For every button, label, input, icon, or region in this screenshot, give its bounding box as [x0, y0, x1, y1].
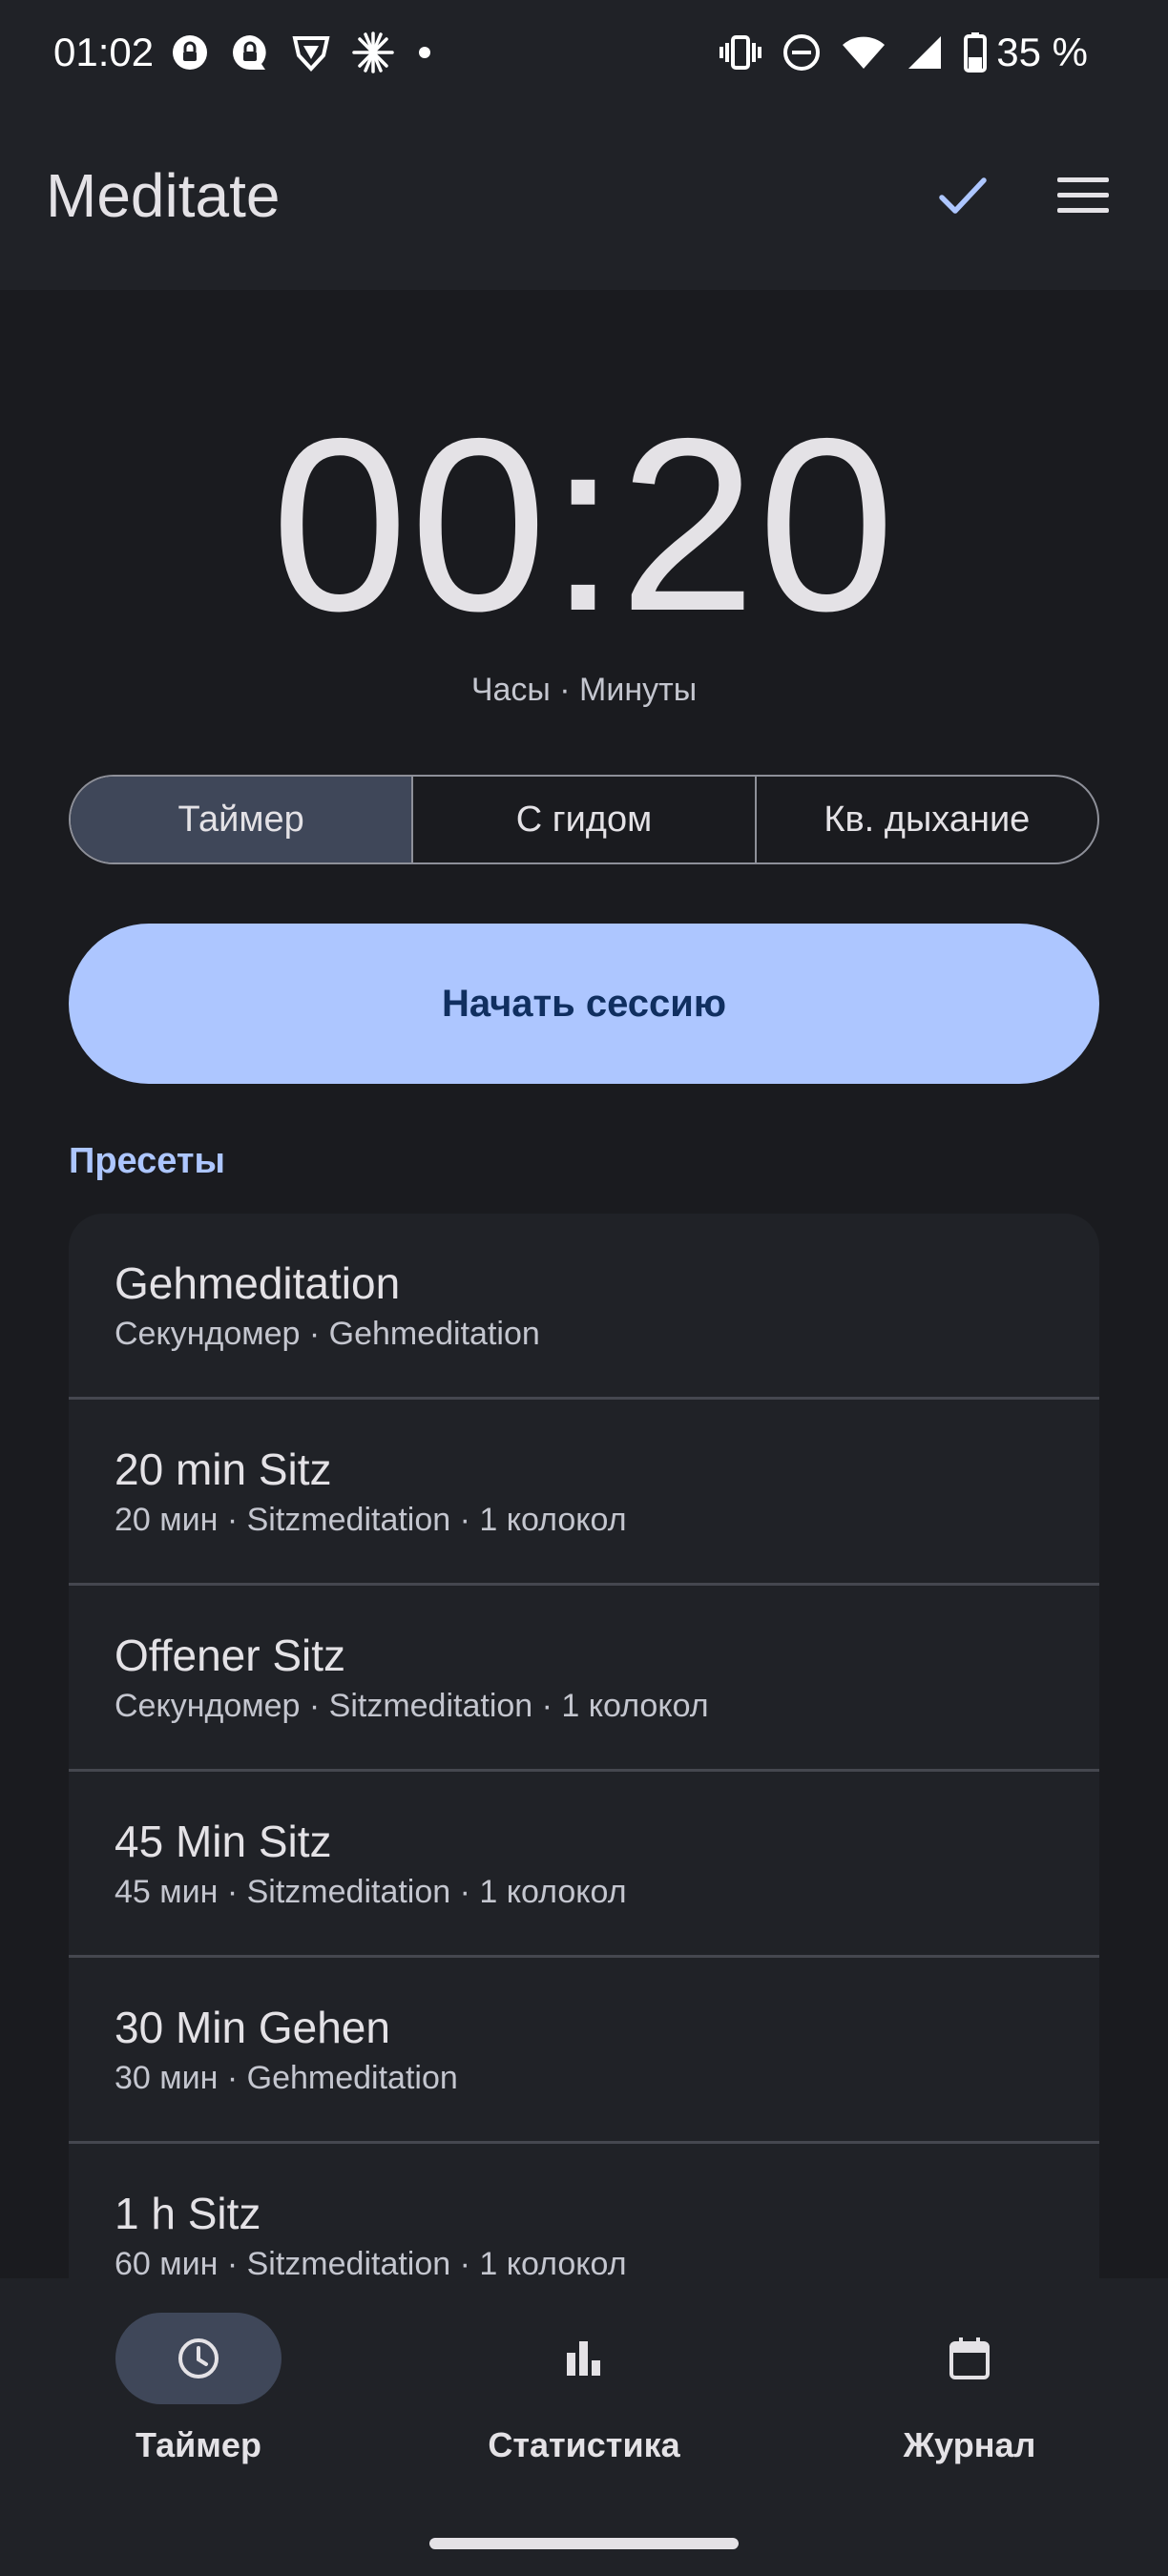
app-bar: Meditate	[0, 143, 1168, 248]
nav-journal-label: Журнал	[903, 2425, 1036, 2464]
mode-guided[interactable]: С гидом	[411, 777, 754, 862]
nav-statistics-indicator	[501, 2313, 667, 2404]
preset-item[interactable]: Gehmeditation Секундомер · Gehmeditation	[69, 1214, 1099, 1400]
nav-statistics[interactable]: Статистика	[441, 2313, 727, 2503]
status-bar: 01:02 35 %	[0, 0, 1168, 105]
do-not-disturb-icon	[782, 33, 821, 72]
nav-statistics-label: Статистика	[488, 2425, 680, 2464]
preset-detail: Секундомер · Gehmeditation	[115, 1316, 540, 1352]
app-actions	[920, 153, 1126, 239]
calendar-icon	[949, 2337, 990, 2379]
app-title: Meditate	[46, 161, 281, 230]
clock-icon	[178, 2338, 219, 2379]
preset-detail: 60 мин · Sitzmeditation · 1 колокол	[115, 2246, 627, 2278]
shield-notification-icon	[291, 32, 331, 73]
timer-display[interactable]: 00:20	[0, 401, 1168, 649]
more-notifications-dot-icon	[415, 43, 434, 62]
preset-item[interactable]: 45 Min Sitz 45 мин · Sitzmeditation · 1 …	[69, 1772, 1099, 1958]
nav-journal[interactable]: Журнал	[826, 2313, 1113, 2503]
preset-item[interactable]: 30 Min Gehen 30 мин · Gehmeditation	[69, 1958, 1099, 2144]
bar-chart-icon	[567, 2341, 600, 2376]
nav-timer-indicator	[115, 2313, 282, 2404]
preset-name: 20 min Sitz	[115, 1444, 332, 1494]
status-right: 35 %	[699, 30, 1088, 75]
mode-timer[interactable]: Таймер	[71, 777, 412, 862]
wifi-icon	[842, 34, 886, 71]
sparkle-notification-icon	[352, 31, 394, 73]
menu-icon	[1057, 177, 1109, 213]
menu-button[interactable]	[1040, 153, 1126, 239]
home-indicator[interactable]	[429, 2538, 739, 2549]
preset-detail: 20 мин · Sitzmeditation · 1 колокол	[115, 1502, 627, 1538]
preset-list: Gehmeditation Секундомер · Gehmeditation…	[69, 1214, 1099, 2278]
status-left: 01:02	[53, 30, 455, 75]
battery-percentage: 35 %	[996, 30, 1088, 74]
preset-item[interactable]: Offener Sitz Секундомер · Sitzmeditation…	[69, 1586, 1099, 1772]
preset-item[interactable]: 20 min Sitz 20 мин · Sitzmeditation · 1 …	[69, 1400, 1099, 1586]
preset-detail: Секундомер · Sitzmeditation · 1 колокол	[115, 1688, 709, 1724]
presets-title: Пресеты	[69, 1141, 225, 1181]
mode-selector: Таймер С гидом Кв. дыхание	[69, 775, 1099, 864]
preset-item[interactable]: 1 h Sitz 60 мин · Sitzmeditation · 1 кол…	[69, 2144, 1099, 2278]
nav-journal-indicator	[886, 2313, 1053, 2404]
check-button[interactable]	[920, 153, 1006, 239]
chat-lock-notification-icon	[230, 32, 270, 73]
lock-notification-icon	[171, 33, 209, 72]
battery-icon	[964, 32, 988, 73]
preset-name: 45 Min Sitz	[115, 1817, 332, 1866]
timer-units-label: Часы · Минуты	[470, 672, 698, 708]
vibrate-icon	[720, 33, 762, 72]
check-icon	[939, 177, 987, 214]
preset-detail: 30 мин · Gehmeditation	[115, 2060, 458, 2096]
nav-timer-label: Таймер	[136, 2425, 261, 2464]
mode-box-breathing[interactable]: Кв. дыхание	[754, 777, 1097, 862]
cellular-signal-icon	[907, 34, 943, 71]
status-time: 01:02	[53, 30, 155, 74]
preset-name: 30 Min Gehen	[115, 2003, 390, 2052]
preset-name: 1 h Sitz	[115, 2189, 261, 2238]
bottom-navigation: Таймер Статистика Журнал	[0, 2278, 1168, 2576]
preset-detail: 45 мин · Sitzmeditation · 1 колокол	[115, 1874, 627, 1910]
nav-timer[interactable]: Таймер	[55, 2313, 342, 2503]
preset-name: Offener Sitz	[115, 1631, 346, 1680]
start-session-button[interactable]: Начать сессию	[69, 924, 1099, 1084]
preset-name: Gehmeditation	[115, 1258, 401, 1308]
